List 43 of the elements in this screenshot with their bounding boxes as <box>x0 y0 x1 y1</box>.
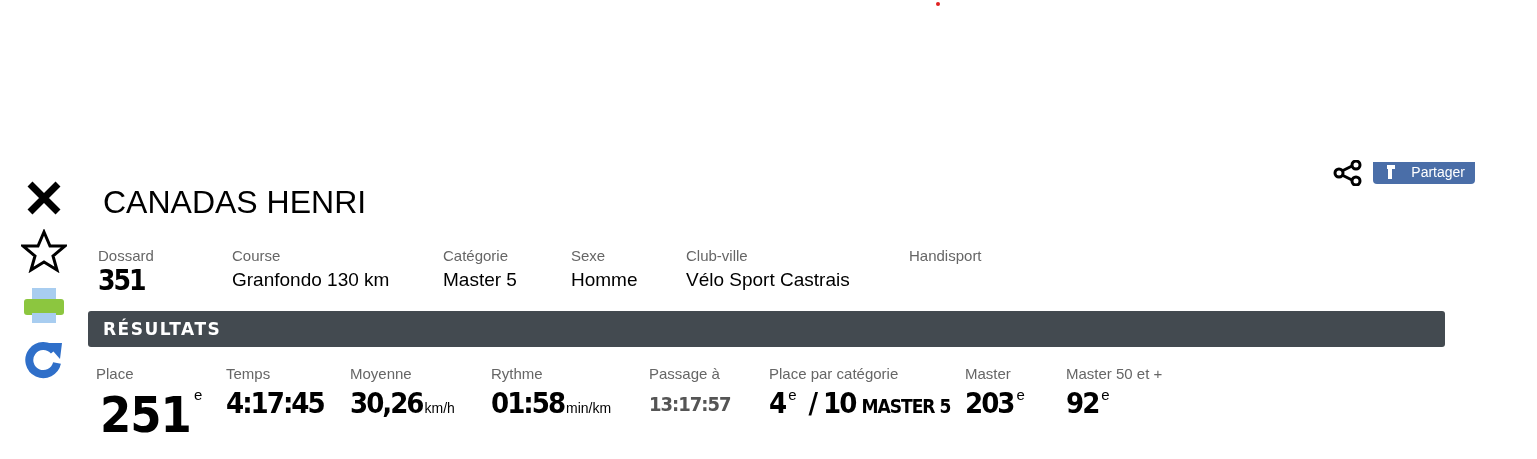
result-value: 203 <box>965 386 1014 420</box>
refresh-icon[interactable] <box>24 339 64 379</box>
suffix: e <box>788 386 797 403</box>
result-value: 4 <box>769 386 786 420</box>
field-label: Course <box>232 247 282 264</box>
result-label: Place <box>96 365 135 382</box>
field-value: Homme <box>571 269 639 291</box>
unit-label: km/h <box>424 400 455 416</box>
field-label: Handisport <box>909 247 982 264</box>
f-icon <box>1385 165 1396 179</box>
field-value: 351 <box>98 264 145 297</box>
athlete-name: CANADAS HENRI <box>103 184 367 221</box>
result-label: Moyenne <box>350 365 413 382</box>
field-label: Dossard <box>98 247 155 264</box>
result-value: 251 <box>99 386 191 444</box>
field-value: Master 5 <box>443 269 518 291</box>
field-value: Granfondo 130 km <box>232 269 391 291</box>
result-label: Passage à <box>649 365 721 382</box>
result-total: / 10 <box>808 386 856 420</box>
star-icon[interactable] <box>21 229 67 273</box>
dot-icon <box>936 2 940 6</box>
field-label: Club-ville <box>686 247 749 264</box>
result-value: 92 <box>1066 386 1099 420</box>
result-value: 01:58 <box>491 386 565 420</box>
field-label: Catégorie <box>443 247 510 264</box>
field-value: Vélo Sport Castrais <box>686 269 851 291</box>
category-label: MASTER 5 <box>861 395 951 417</box>
result-value: 13:17:57 <box>649 392 731 416</box>
result-label: Place par catégorie <box>769 365 900 382</box>
result-label: Master 50 et + <box>1066 365 1163 382</box>
result-label: Rythme <box>491 365 544 382</box>
share-button[interactable]: Partager <box>1373 162 1475 184</box>
result-value: 30,26 <box>350 386 423 420</box>
result-value: 4:17:45 <box>226 386 324 420</box>
suffix: e <box>1016 386 1025 403</box>
suffix: e <box>193 386 203 403</box>
result-label: Master <box>965 365 1012 382</box>
section-header: RÉSULTATS <box>88 311 1445 347</box>
suffix: e <box>1101 386 1110 403</box>
share-icon[interactable] <box>1333 160 1364 186</box>
field-label: Sexe <box>571 247 607 264</box>
unit-label: min/km <box>566 400 612 416</box>
result-label: Temps <box>226 365 272 382</box>
